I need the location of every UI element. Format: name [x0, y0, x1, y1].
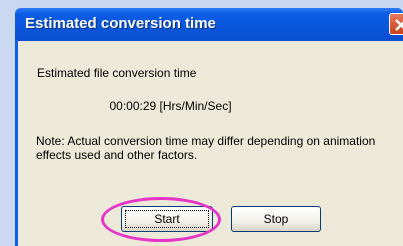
title-bar[interactable]: Estimated conversion time [15, 8, 403, 41]
focus-indicator [125, 210, 209, 228]
start-button[interactable]: Start [121, 206, 213, 232]
dialog-body: Estimated file conversion time 00:00:29 … [18, 41, 403, 246]
window-title: Estimated conversion time [25, 15, 216, 32]
background-strip [0, 0, 15, 246]
close-icon [395, 19, 403, 31]
close-button[interactable] [389, 13, 403, 35]
stop-button-label: Stop [263, 211, 289, 226]
conversion-time-heading: Estimated file conversion time [37, 66, 197, 80]
stop-button[interactable]: Stop [231, 206, 321, 232]
conversion-note: Note: Actual conversion time may differ … [36, 134, 376, 162]
dialog-window: Estimated conversion time Estimated file… [15, 8, 403, 246]
conversion-time-value: 00:00:29 [Hrs/Min/Sec] [109, 99, 232, 113]
